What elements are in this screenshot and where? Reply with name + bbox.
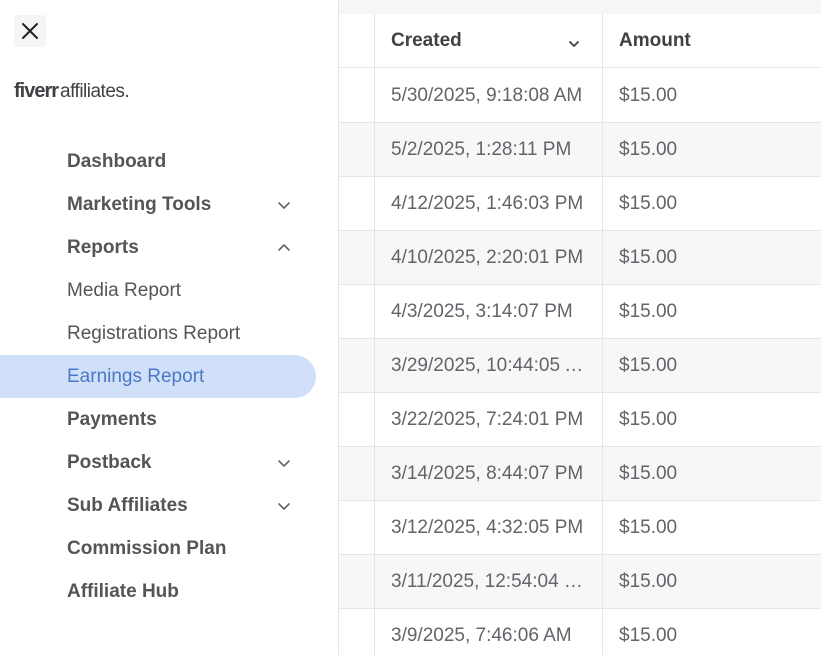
cell-created-text: 3/12/2025, 4:32:05 PM — [391, 517, 584, 538]
close-icon — [22, 23, 38, 39]
cell-amount: $15.00 — [619, 355, 678, 376]
cell-created: 3/14/2025, 8:44:07 PM — [391, 447, 587, 501]
sidebar-item-registrations-report[interactable]: Registrations Report — [0, 312, 316, 355]
cell-created-text: 5/2/2025, 1:28:11 PM — [391, 139, 572, 160]
sidebar-item-dashboard[interactable]: Dashboard — [0, 140, 316, 183]
column-header-amount[interactable]: Amount — [619, 14, 691, 68]
table-row[interactable]: 3/11/2025, 12:54:04 PM $15.00 — [339, 555, 821, 609]
cell-amount: $15.00 — [619, 247, 678, 268]
sidebar-item-payments[interactable]: Payments — [0, 398, 316, 441]
cell-amount: $15.00 — [619, 85, 678, 106]
column-divider — [602, 14, 603, 655]
sort-toggle[interactable] — [567, 37, 581, 51]
sidebar-item-marketing-tools[interactable]: Marketing Tools — [0, 183, 316, 226]
chevron-down-icon[interactable] — [275, 196, 293, 214]
sidebar-item-label: Commission Plan — [67, 537, 227, 559]
sidebar-item-label: Reports — [67, 236, 139, 258]
cell-amount: $15.00 — [619, 301, 678, 322]
sidebar-item-postback[interactable]: Postback — [0, 441, 316, 484]
cell-amount: $15.00 — [619, 193, 678, 214]
sidebar-item-label: Payments — [67, 408, 157, 430]
cell-created-text: 4/10/2025, 2:20:01 PM — [391, 247, 584, 268]
cell-amount: $15.00 — [619, 517, 678, 538]
earnings-table: Created Amount 5/30/2025, 9:18:08 AM $15.… — [339, 0, 821, 655]
table-row[interactable]: 4/12/2025, 1:46:03 PM $15.00 — [339, 177, 821, 231]
sidebar-item-label: Affiliate Hub — [67, 580, 179, 602]
table-row[interactable]: 5/2/2025, 1:28:11 PM $15.00 — [339, 123, 821, 177]
sidebar-item-label: Media Report — [67, 279, 182, 301]
table-row[interactable]: 3/22/2025, 7:24:01 PM $15.00 — [339, 393, 821, 447]
close-sidebar-button[interactable] — [14, 15, 46, 47]
cell-created: 3/9/2025, 7:46:06 AM — [391, 609, 587, 655]
fiverr-affiliates-logo[interactable]: fiverr affiliates. — [14, 80, 130, 104]
logo-brand: fiverr — [14, 80, 59, 102]
cell-created: 4/3/2025, 3:14:07 PM — [391, 285, 587, 339]
cell-created: 5/2/2025, 1:28:11 PM — [391, 123, 587, 177]
cell-amount: $15.00 — [619, 139, 678, 160]
sidebar-item-label: Dashboard — [67, 150, 167, 172]
cell-amount: $15.00 — [619, 463, 678, 484]
cell-created: 5/30/2025, 9:18:08 AM — [391, 69, 587, 123]
table-row[interactable]: 3/12/2025, 4:32:05 PM $15.00 — [339, 501, 821, 555]
cell-created-text: 4/3/2025, 3:14:07 PM — [391, 301, 573, 322]
table-row[interactable]: 5/30/2025, 9:18:08 AM $15.00 — [339, 69, 821, 123]
chevron-up-icon[interactable] — [275, 239, 293, 257]
sidebar-item-label: Registrations Report — [67, 322, 241, 344]
table-row[interactable]: 4/10/2025, 2:20:01 PM $15.00 — [339, 231, 821, 285]
table-row[interactable]: 4/3/2025, 3:14:07 PM $15.00 — [339, 285, 821, 339]
table-top-strip — [339, 0, 821, 14]
sidebar-item-label: Postback — [67, 451, 152, 473]
chevron-down-icon[interactable] — [275, 454, 293, 472]
sidebar: fiverr affiliates. Dashboard Marketing To… — [0, 0, 339, 655]
table-row[interactable]: 3/9/2025, 7:46:06 AM $15.00 — [339, 609, 821, 655]
table-row[interactable]: 3/29/2025, 10:44:05 AM $15.00 — [339, 339, 821, 393]
cell-created-text: 3/14/2025, 8:44:07 PM — [391, 463, 584, 484]
cell-created-text: 4/12/2025, 1:46:03 PM — [391, 193, 584, 214]
cell-created: 4/10/2025, 2:20:01 PM — [391, 231, 587, 285]
cell-created: 3/29/2025, 10:44:05 AM — [391, 339, 587, 393]
cell-amount: $15.00 — [619, 409, 678, 430]
cell-amount: $15.00 — [619, 625, 678, 646]
sidebar-item-label: Marketing Tools — [67, 193, 212, 215]
cell-created: 3/22/2025, 7:24:01 PM — [391, 393, 587, 447]
sidebar-item-affiliate-hub[interactable]: Affiliate Hub — [0, 570, 316, 613]
sidebar-item-reports[interactable]: Reports — [0, 226, 316, 269]
cell-created-text: 3/22/2025, 7:24:01 PM — [391, 409, 584, 430]
cell-created: 3/11/2025, 12:54:04 PM — [391, 555, 587, 609]
table-row[interactable]: 3/14/2025, 8:44:07 PM $15.00 — [339, 447, 821, 501]
sidebar-item-sub-affiliates[interactable]: Sub Affiliates — [0, 484, 316, 527]
cell-created-text: 5/30/2025, 9:18:08 AM — [391, 85, 583, 106]
logo-suffix: affiliates. — [60, 81, 130, 102]
cell-amount: $15.00 — [619, 571, 678, 592]
chevron-down-icon — [569, 41, 579, 47]
sidebar-nav: Dashboard Marketing Tools Reports Media Rep… — [0, 140, 339, 613]
table-body: 5/30/2025, 9:18:08 AM $15.00 5/2/2025, 1:2… — [339, 69, 821, 655]
cell-created-text: 3/11/2025, 12:54:04 PM — [391, 571, 587, 592]
sidebar-item-media-report[interactable]: Media Report — [0, 269, 316, 312]
chevron-down-icon[interactable] — [275, 497, 293, 515]
column-header-created[interactable]: Created — [391, 14, 462, 68]
cell-created-text: 3/9/2025, 7:46:06 AM — [391, 625, 572, 646]
sidebar-item-label: Earnings Report — [67, 365, 205, 387]
sidebar-item-earnings-report[interactable]: Earnings Report — [0, 355, 316, 398]
cell-created-text: 3/29/2025, 10:44:05 AM — [391, 355, 587, 376]
sidebar-item-label: Sub Affiliates — [67, 494, 188, 516]
sidebar-item-commission-plan[interactable]: Commission Plan — [0, 527, 316, 570]
cell-created: 3/12/2025, 4:32:05 PM — [391, 501, 587, 555]
cell-created: 4/12/2025, 1:46:03 PM — [391, 177, 587, 231]
column-divider — [374, 14, 375, 655]
